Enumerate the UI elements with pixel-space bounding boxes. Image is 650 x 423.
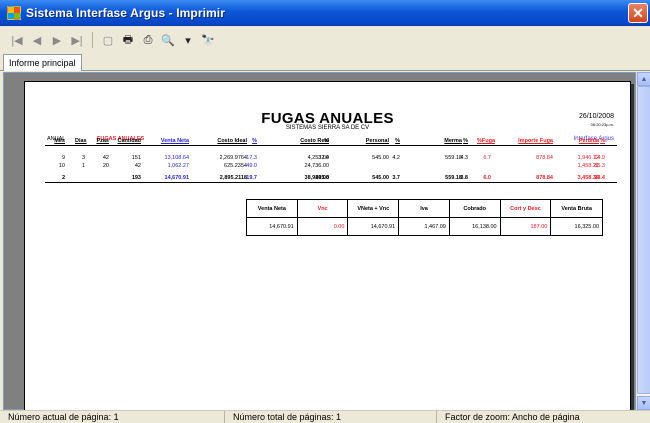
summary-header-cell: Cobrado: [450, 200, 501, 217]
table-cell: 625.2354: [224, 163, 247, 169]
column-header: Pzas: [96, 138, 109, 144]
table-cell: 1: [81, 163, 85, 169]
status-zoom: Factor de zoom: Ancho de página: [445, 412, 580, 422]
table-cell: 151: [131, 155, 141, 161]
table-cell: 85.3: [594, 163, 605, 169]
table-cell: 3: [81, 155, 85, 161]
table-cell: 49.0: [246, 163, 257, 169]
total-cell: 19.7: [246, 175, 257, 181]
first-page-button[interactable]: |◀: [10, 32, 24, 48]
column-header: Personal: [365, 138, 389, 144]
window-title: Sistema Interfase Argus - Imprimir: [26, 6, 226, 20]
total-cell: 14,670.91: [164, 175, 189, 181]
summary-header-cell: Venta Neta: [247, 200, 298, 217]
summary-value-cell: 1,467.09: [399, 218, 450, 236]
table-cell: 4.2: [392, 155, 400, 161]
column-header: %Fuga: [477, 138, 496, 144]
total-cell: 2: [61, 175, 65, 181]
report-viewer[interactable]: FUGAS ANUALES SISTEMAS SIERRA SA DE CV 2…: [3, 72, 636, 421]
table-cell: 24,736.00: [304, 163, 329, 169]
scroll-down-icon[interactable]: ▼: [637, 396, 650, 410]
report-date: 26/10/2008: [578, 113, 614, 120]
column-header: Importe Fuga: [518, 138, 553, 144]
table-cell: 14.9: [594, 155, 605, 161]
table-cell: 6.7: [483, 155, 491, 161]
zoom-dropdown-icon[interactable]: ▾: [181, 32, 195, 48]
total-divider: [45, 182, 617, 183]
total-cell: 3.8: [460, 175, 468, 181]
summary-value-cell: 187.00: [501, 218, 552, 236]
print-setup-icon[interactable]: ⎙: [141, 32, 155, 48]
total-cell: 265.8: [315, 175, 329, 181]
scroll-thumb[interactable]: [637, 86, 650, 394]
table-cell: 17.3: [246, 155, 257, 161]
toolbar-separator: [92, 32, 93, 48]
summary-header-row: Venta Neta Vnc VNeta + Vnc Iva Cobrado Cort y…: [247, 200, 602, 218]
table-cell: 9: [61, 155, 65, 161]
table-cell: 545.00: [372, 155, 389, 161]
table-cell: 42: [102, 155, 109, 161]
summary-value-row: 14,670.91 0.00 14,670.91 1,467.09 16,138.00 1…: [247, 218, 602, 236]
table-cell: 32.4: [318, 155, 329, 161]
report-page: FUGAS ANUALES SISTEMAS SIERRA SA DE CV 2…: [24, 81, 631, 421]
summary-value-cell: 16,138.00: [450, 218, 501, 236]
summary-value-cell: 14,670.91: [348, 218, 400, 236]
total-cell: 3.7: [392, 175, 400, 181]
report-toolbar: |◀ ◀ ▶ ▶| ▢ 🖶 ⎙ 🔍 ▾ 🔭: [0, 26, 650, 54]
report-subtitle: SISTEMAS SIERRA SA DE CV: [285, 125, 370, 131]
total-cell: 23.4: [594, 175, 605, 181]
report-time: 06:20:23p.m.: [590, 122, 614, 127]
total-cell: 193: [131, 175, 141, 181]
tab-strip: Informe principal: [0, 54, 650, 71]
previous-page-button[interactable]: ◀: [30, 32, 44, 48]
table-cell: 10: [58, 163, 65, 169]
print-icon[interactable]: 🖶: [121, 32, 135, 48]
summary-header-cell: Venta Bruta: [561, 205, 592, 212]
scroll-up-icon[interactable]: ▲: [637, 72, 650, 86]
tab-informe-principal[interactable]: Informe principal: [3, 54, 82, 71]
total-cell: 545.00: [372, 175, 389, 181]
status-total-pages: Número total de páginas: 1: [225, 411, 437, 423]
export-icon[interactable]: ▢: [101, 32, 115, 48]
table-cell: 42: [134, 163, 141, 169]
column-header: Dias: [75, 138, 87, 144]
find-binoculars-icon[interactable]: 🔭: [201, 32, 215, 48]
column-header: %: [463, 138, 468, 144]
app-icon: [7, 6, 21, 20]
next-page-button[interactable]: ▶: [50, 32, 64, 48]
zoom-icon[interactable]: 🔍: [161, 32, 175, 48]
total-cell: 878.84: [536, 175, 553, 181]
table-cell: 2,269.9764: [219, 155, 247, 161]
summary-value-cell: 0.00: [298, 218, 349, 236]
summary-value-cell: 14,670.91: [247, 218, 298, 236]
column-header: Mes: [54, 138, 65, 144]
status-current-page: Número actual de página: 1: [0, 411, 225, 423]
column-header: Cantidad: [117, 138, 141, 144]
vertical-scrollbar[interactable]: ▲ ▼: [636, 72, 650, 410]
table-cell: 1,062.27: [167, 163, 189, 169]
last-page-button[interactable]: ▶|: [70, 32, 84, 48]
summary-header-cell: VNeta + Vnc: [348, 200, 400, 217]
column-header: %: [324, 138, 329, 144]
total-cell: 6.0: [483, 175, 491, 181]
table-cell: 4.3: [460, 155, 468, 161]
title-bar: Sistema Interfase Argus - Imprimir ✕: [0, 0, 650, 26]
summary-header-cell: Vnc: [298, 200, 349, 217]
table-cell: 13,108.64: [164, 155, 189, 161]
column-header: %: [252, 138, 257, 144]
close-button[interactable]: ✕: [628, 3, 648, 23]
summary-box: Venta Neta Vnc VNeta + Vnc Iva Cobrado Cort y…: [246, 199, 603, 236]
table-cell: 878.84: [536, 155, 553, 161]
total-cell: 2,895.2118: [219, 175, 247, 181]
table-cell: 20: [102, 163, 109, 169]
column-header: %: [395, 138, 400, 144]
header-divider: [45, 145, 617, 146]
summary-value-cell: 16,325.00: [574, 224, 600, 230]
column-header: Costo Ideal: [217, 138, 247, 144]
summary-header-cell: Iva: [399, 200, 450, 217]
column-header: %: [600, 138, 605, 144]
column-header: Venta Neta: [160, 138, 189, 144]
status-bar: Número actual de página: 1 Número total …: [0, 410, 650, 423]
summary-header-cell: Cort y Desc: [501, 200, 552, 217]
